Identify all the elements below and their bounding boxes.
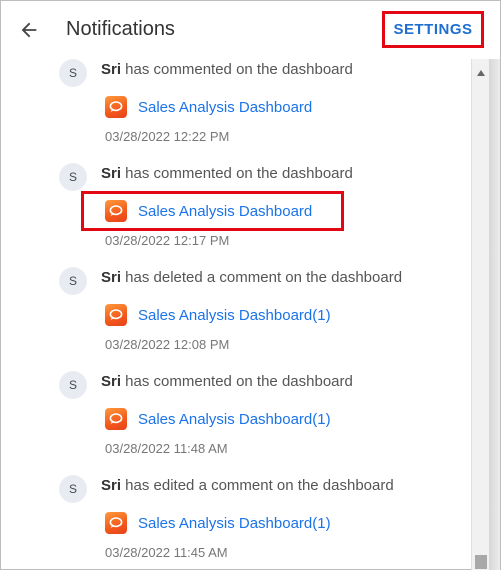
dashboard-link-row[interactable]: Sales Analysis Dashboard(1) (105, 303, 331, 327)
notification-list: S Sri has commented on the dashboard Sal… (1, 59, 471, 570)
dashboard-link[interactable]: Sales Analysis Dashboard(1) (138, 411, 331, 428)
scroll-thumb[interactable] (475, 555, 487, 569)
action-text: has commented on the dashboard (121, 373, 353, 390)
page-title: Notifications (66, 18, 175, 40)
avatar: S (59, 371, 87, 399)
action-text: has commented on the dashboard (121, 61, 353, 78)
dashboard-link-row[interactable]: Sales Analysis Dashboard(1) (105, 407, 331, 431)
dashboard-link[interactable]: Sales Analysis Dashboard (138, 99, 312, 116)
user-name: Sri (101, 61, 122, 78)
user-name: Sri (101, 373, 122, 390)
user-name: Sri (101, 165, 122, 182)
user-name: Sri (101, 477, 122, 494)
dashboard-link[interactable]: Sales Analysis Dashboard(1) (138, 515, 331, 532)
notifications-panel: Notifications SETTINGS S Sri has comment… (0, 0, 501, 570)
notification-message: Sri has commented on the dashboard (101, 373, 353, 390)
timestamp: 03/28/2022 12:22 PM (105, 129, 230, 144)
notification-message: Sri has commented on the dashboard (101, 61, 353, 78)
notification-message: Sri has commented on the dashboard (101, 165, 353, 182)
action-text: has commented on the dashboard (121, 165, 353, 182)
avatar: S (59, 267, 87, 295)
settings-button[interactable]: SETTINGS (382, 11, 484, 48)
action-text: has edited a comment on the dashboard (121, 477, 394, 494)
notification-message: Sri has edited a comment on the dashboar… (101, 477, 394, 494)
highlight-annotation (81, 191, 344, 231)
timestamp: 03/28/2022 11:45 AM (105, 545, 228, 560)
notification-item: S Sri has deleted a comment on the dashb… (1, 267, 471, 371)
avatar: S (59, 475, 87, 503)
back-button[interactable] (13, 14, 45, 46)
notification-item: S Sri has commented on the dashboard Sal… (1, 371, 471, 475)
notification-item: S Sri has edited a comment on the dashbo… (1, 475, 471, 570)
timestamp: 03/28/2022 12:17 PM (105, 233, 230, 248)
notification-item: S Sri has commented on the dashboard Sal… (1, 59, 471, 163)
scrollbar[interactable] (471, 59, 489, 570)
user-name: Sri (101, 269, 122, 286)
avatar: S (59, 163, 87, 191)
timestamp: 03/28/2022 11:48 AM (105, 441, 228, 456)
dashboard-link-row[interactable]: Sales Analysis Dashboard(1) (105, 511, 331, 535)
scroll-up-button[interactable] (472, 65, 490, 81)
comment-bubble-icon (105, 408, 127, 430)
panel-edge (489, 59, 500, 570)
dashboard-link[interactable]: Sales Analysis Dashboard(1) (138, 307, 331, 324)
arrow-left-icon (21, 22, 37, 38)
action-text: has deleted a comment on the dashboard (121, 269, 403, 286)
timestamp: 03/28/2022 12:08 PM (105, 337, 230, 352)
triangle-up-icon (477, 70, 485, 76)
avatar: S (59, 59, 87, 87)
comment-bubble-icon (105, 304, 127, 326)
notification-message: Sri has deleted a comment on the dashboa… (101, 269, 402, 286)
comment-bubble-icon (105, 96, 127, 118)
header: Notifications SETTINGS (1, 1, 500, 59)
dashboard-link-row[interactable]: Sales Analysis Dashboard (105, 95, 312, 119)
comment-bubble-icon (105, 512, 127, 534)
